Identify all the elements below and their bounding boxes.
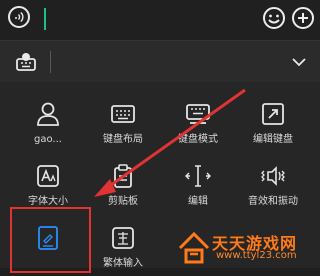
grid-item-label: 音效和振动 bbox=[248, 196, 298, 207]
highlight-box bbox=[10, 207, 91, 273]
grid-item-account[interactable]: gao... bbox=[8, 90, 88, 152]
edit-keyboard-icon bbox=[262, 103, 284, 125]
grid-item-edit-keyboard[interactable]: 编辑键盘 bbox=[233, 90, 313, 152]
watermark: 天天游戏网 www.ttyl23.com bbox=[176, 226, 320, 268]
grid-item-label: 繁体输入 bbox=[103, 258, 143, 269]
watermark-logo-icon bbox=[178, 231, 210, 264]
grid-item-label: 键盘布局 bbox=[103, 134, 143, 145]
person-icon bbox=[37, 102, 59, 126]
emoji-icon[interactable] bbox=[262, 6, 286, 30]
text-cursor bbox=[44, 8, 46, 30]
grid-item-label: 编辑键盘 bbox=[253, 134, 293, 145]
font-size-icon bbox=[37, 165, 59, 187]
grid-item-clipboard[interactable]: 剪贴板 bbox=[83, 152, 163, 214]
grid-item-keyboard-mode[interactable]: 键盘模式 bbox=[158, 90, 238, 152]
grid-item-label: gao... bbox=[34, 134, 62, 145]
clipboard-icon bbox=[114, 164, 132, 188]
grid-item-edit[interactable]: 编辑 bbox=[158, 152, 238, 214]
keyboard-layout-icon bbox=[111, 105, 135, 123]
keyboard-settings-icon[interactable] bbox=[14, 50, 38, 74]
keyboard-toolbar bbox=[0, 40, 320, 83]
grid-item-label: 键盘模式 bbox=[178, 134, 218, 145]
grid-item-label: 剪贴板 bbox=[108, 196, 138, 207]
sound-vibration-icon bbox=[261, 166, 285, 186]
grid-item-sound-vibration[interactable]: 音效和振动 bbox=[233, 152, 313, 214]
keyboard-mode-icon bbox=[186, 104, 210, 124]
voice-icon[interactable] bbox=[8, 6, 30, 28]
grid-item-keyboard-layout[interactable]: 键盘布局 bbox=[83, 90, 163, 152]
plus-icon[interactable] bbox=[291, 6, 315, 30]
input-bar bbox=[0, 0, 320, 40]
grid-item-font-size[interactable]: 字体大小 bbox=[8, 152, 88, 214]
watermark-url: www.ttyl23.com bbox=[216, 250, 297, 261]
grid-item-traditional-input[interactable]: 繁体输入 bbox=[83, 214, 163, 276]
grid-item-label: 编辑 bbox=[188, 196, 208, 207]
toolbar-divider bbox=[50, 51, 51, 73]
cursor-edit-icon bbox=[185, 165, 211, 187]
chevron-down-icon[interactable] bbox=[290, 53, 308, 71]
traditional-chinese-icon bbox=[112, 227, 134, 249]
